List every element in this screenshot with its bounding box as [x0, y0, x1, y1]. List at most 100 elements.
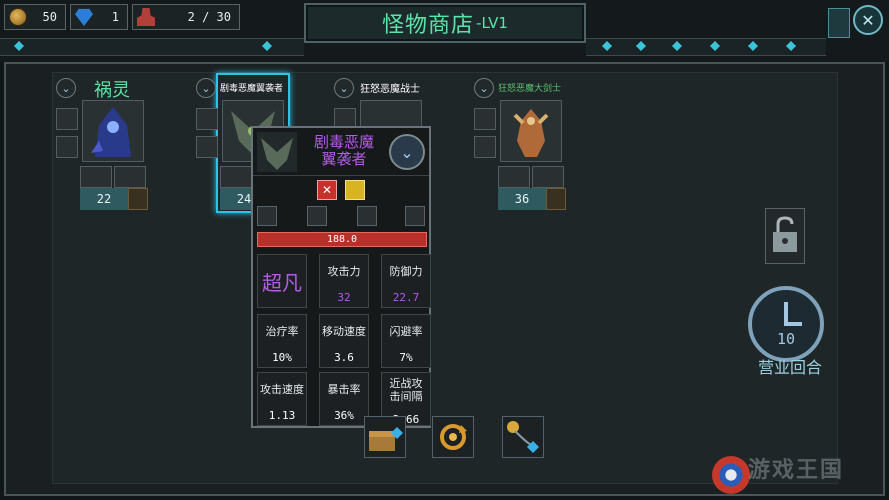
detail-header: 剧毒恶魔 翼袭者 ⌄ — [253, 128, 429, 176]
skill-row — [498, 166, 564, 188]
skill-icon — [220, 166, 252, 188]
close-button[interactable]: ✕ — [853, 5, 883, 35]
detail-name-line-2: 翼袭者 — [321, 150, 367, 168]
skill-icon — [532, 166, 564, 188]
stat-label: 攻击力 — [327, 265, 361, 278]
stat-crit-rate: 暴击率 36% — [319, 372, 369, 426]
coin-icon — [546, 188, 566, 210]
stat-heal-rate: 治疗率 10% — [257, 314, 307, 368]
lantern-icon — [828, 8, 850, 38]
detail-name: 剧毒恶魔 翼袭者 — [301, 134, 387, 168]
stat-value: 3.6 — [334, 351, 354, 364]
hp-value: 188.0 — [326, 234, 358, 245]
ability-icon — [307, 206, 327, 226]
ability-icon — [474, 108, 496, 130]
population-value: 2 / 30 — [187, 10, 231, 24]
storage-button[interactable] — [364, 416, 406, 458]
sword-trait-icon: ✕ — [317, 180, 337, 200]
ability-icon — [56, 108, 78, 130]
skill-icon — [80, 166, 112, 188]
chest-icon — [369, 427, 403, 451]
hp-bar: 188.0 — [257, 232, 427, 247]
skill-row — [80, 166, 146, 188]
page-title: 怪物商店 — [382, 13, 475, 38]
shop-level: -LV1 — [476, 14, 508, 32]
rank-badge-icon: ⌄ — [196, 78, 216, 98]
ability-icon — [196, 108, 218, 130]
top-bar: 50 1 2 / 30 怪物商店 -LV1 ✕ — [0, 0, 889, 62]
stat-label-line-2: 击间隔 — [389, 390, 423, 403]
coin-counter: 50 — [4, 4, 66, 30]
ability-icon — [257, 206, 277, 226]
watermark-logo — [712, 456, 750, 494]
ability-icon — [405, 206, 425, 226]
stat-attack-speed: 攻击速度 1.13 — [257, 372, 307, 426]
ability-icon — [56, 136, 78, 158]
shield-trait-icon — [345, 180, 365, 200]
exchange-icon — [507, 421, 539, 453]
price-label: 36 — [498, 188, 546, 210]
stat-value: 22.7 — [392, 291, 420, 304]
population-icon — [137, 8, 155, 26]
ability-icon — [357, 206, 377, 226]
stat-dodge-rate: 闪避率 7% — [381, 314, 431, 368]
monster-slot-1[interactable]: ⌄ 祸灵 22 — [56, 78, 152, 214]
rarity-label: 超凡 — [262, 270, 302, 295]
rank-badge-icon: ⌄ — [474, 78, 494, 98]
stat-label: 防御力 — [389, 265, 423, 278]
round-clock: 10 — [748, 286, 824, 362]
close-icon: ✕ — [861, 10, 875, 30]
skill-icon — [114, 166, 146, 188]
price-label: 22 — [80, 188, 128, 210]
stat-value: 1.13 — [268, 409, 296, 422]
rank-badge-icon: ⌄ — [334, 78, 354, 98]
stat-move-speed: 移动速度 3.6 — [319, 314, 369, 368]
stat-label: 暴击率 — [327, 383, 361, 396]
monster-portrait — [82, 100, 144, 162]
lock-button[interactable] — [765, 208, 805, 264]
stat-label: 治疗率 — [265, 325, 299, 338]
gem-icon — [75, 8, 93, 26]
detail-portrait — [257, 132, 297, 172]
stat-label: 移动速度 — [322, 325, 366, 338]
monster-name: 祸灵 — [94, 80, 130, 101]
coin-icon — [128, 188, 148, 210]
monster-name: 狂怒恶魔战士 — [360, 84, 420, 95]
stat-attack: 攻击力 32 — [319, 254, 369, 308]
ability-icon — [196, 136, 218, 158]
round-label: 营业回合 — [757, 358, 822, 377]
rank-badge-icon: ⌄ — [56, 78, 76, 98]
monster-portrait — [500, 100, 562, 162]
shop-title-plate: 怪物商店 -LV1 — [304, 3, 586, 43]
watermark-text: 游戏王国 — [748, 458, 845, 483]
refresh-button[interactable] — [432, 416, 474, 458]
coin-icon — [9, 8, 27, 26]
monster-detail-popup: 剧毒恶魔 翼袭者 ⌄ ✕ 188.0 超凡 攻击力 32 防御力 22.7 治疗… — [251, 126, 431, 428]
coin-value: 50 — [42, 10, 57, 24]
top-rail-left — [0, 38, 304, 56]
rarity-cell: 超凡 — [257, 254, 307, 308]
detail-name-line-1: 剧毒恶魔 — [313, 133, 374, 151]
stat-value: 36% — [334, 409, 354, 422]
gem-value: 1 — [111, 10, 119, 24]
stat-defense: 防御力 22.7 — [381, 254, 431, 308]
convert-button[interactable] — [502, 416, 544, 458]
gem-counter: 1 — [70, 4, 128, 30]
stat-label: 攻击速度 — [260, 383, 304, 396]
ability-icon — [474, 136, 496, 158]
round-count: 10 — [776, 330, 796, 348]
stat-label: 近战攻 击间隔 — [382, 377, 430, 403]
unlock-icon — [773, 216, 797, 252]
stat-value: 10% — [272, 351, 292, 364]
refresh-icon — [440, 424, 467, 450]
stat-label: 闪避率 — [389, 325, 423, 338]
skill-icon — [498, 166, 530, 188]
stat-label-line-1: 近战攻 — [389, 377, 423, 390]
stat-value: 7% — [399, 351, 413, 364]
monster-slot-4[interactable]: ⌄ 狂怒恶魔大剑士 36 — [474, 78, 570, 214]
monster-name: 剧毒恶魔翼袭者 — [220, 84, 284, 94]
rank-emblem-icon: ⌄ — [389, 134, 425, 170]
monster-name: 狂怒恶魔大剑士 — [498, 84, 562, 94]
population-counter: 2 / 30 — [132, 4, 240, 30]
stat-value: 32 — [337, 291, 351, 304]
